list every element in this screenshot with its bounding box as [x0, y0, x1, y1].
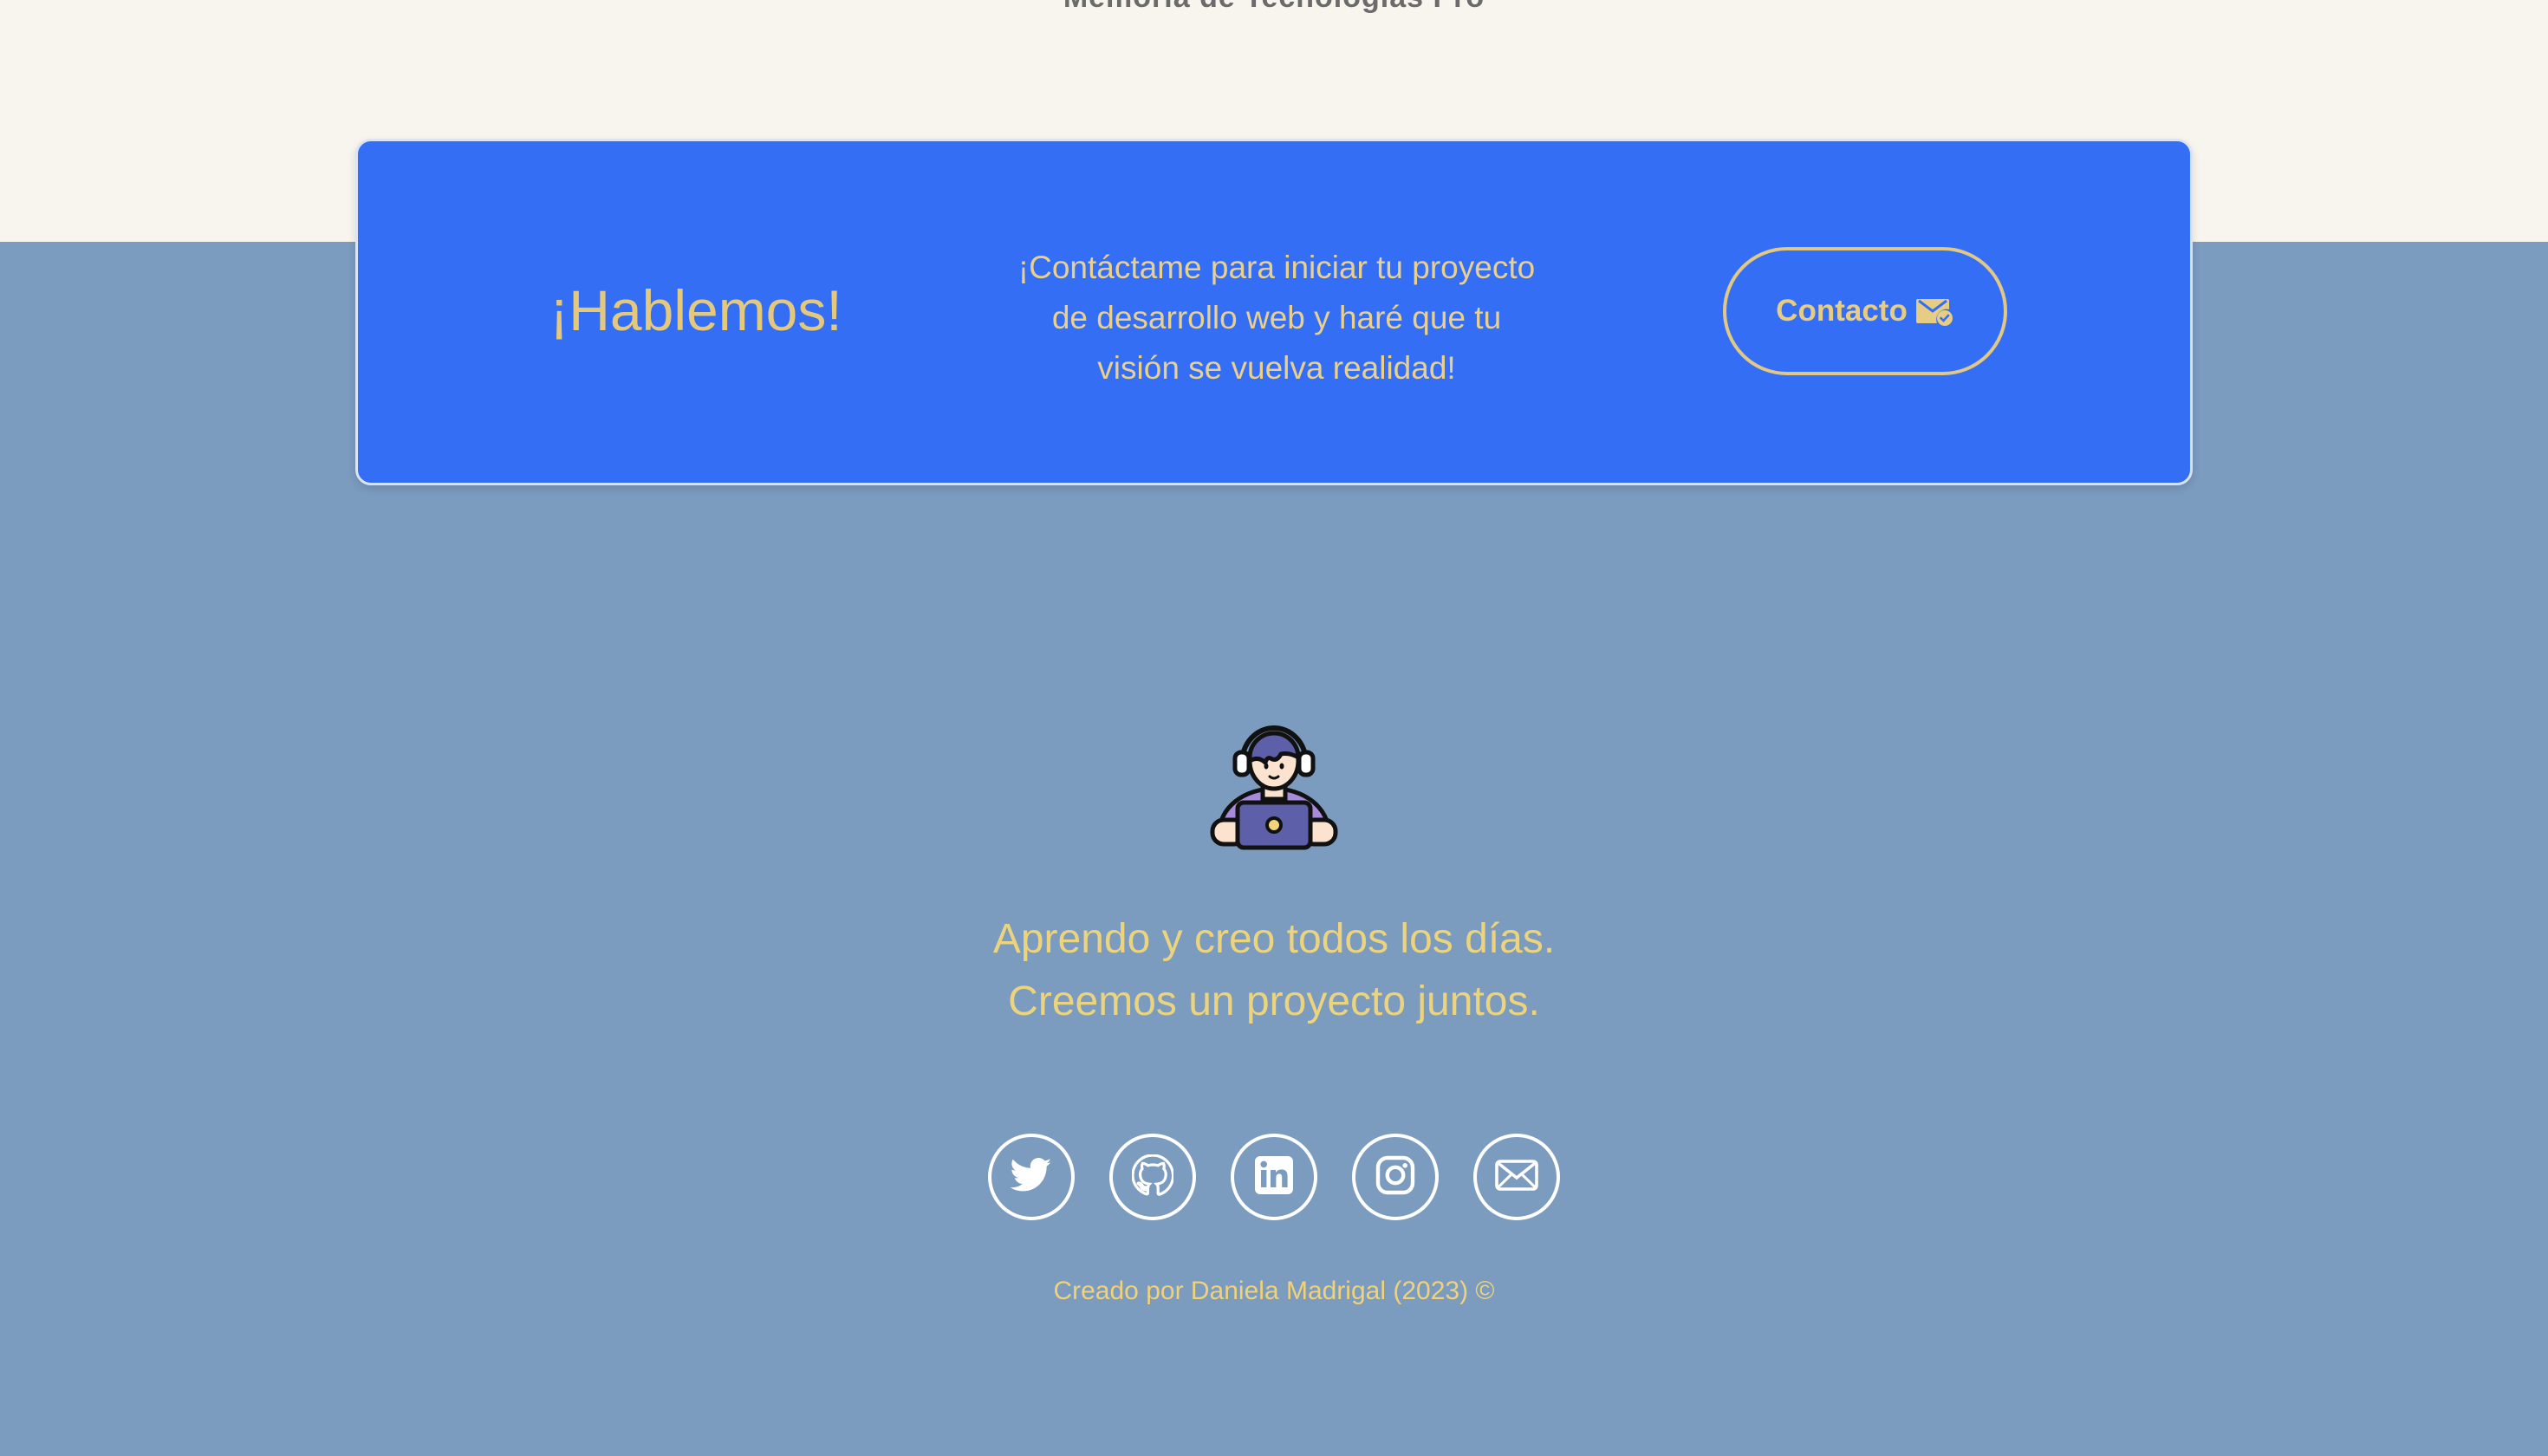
- contact-button-label: Contacto: [1776, 294, 1908, 328]
- github-link[interactable]: [1109, 1134, 1196, 1220]
- twitter-icon: [1010, 1157, 1052, 1197]
- twitter-link[interactable]: [988, 1134, 1075, 1220]
- cta-description-line: de desarrollo web y haré que tu: [1051, 300, 1502, 335]
- instagram-link[interactable]: [1352, 1134, 1439, 1220]
- footer-credit: Creado por Daniela Madrigal (2023) ©: [1053, 1277, 1495, 1305]
- social-links: [0, 1134, 2548, 1220]
- github-icon: [1131, 1153, 1175, 1200]
- linkedin-link[interactable]: [1231, 1134, 1317, 1220]
- tagline: Aprendo y creo todos los días. Creemos u…: [0, 908, 2548, 1033]
- cta-description: ¡Contáctame para iniciar tu proyecto de …: [982, 243, 1571, 393]
- email-link[interactable]: [1473, 1134, 1560, 1220]
- contact-cta-card: ¡Hablemos! ¡Contáctame para iniciar tu p…: [355, 139, 2193, 485]
- tagline-line: Creemos un proyecto juntos.: [1008, 978, 1540, 1024]
- contact-button[interactable]: Contacto: [1723, 247, 2007, 375]
- cta-description-line: visión se vuelva realidad!: [1097, 350, 1456, 386]
- tagline-line: Aprendo y creo todos los días.: [992, 916, 1556, 962]
- instagram-icon: [1375, 1154, 1416, 1200]
- section-heading-cut: Memoria de Tecnologías Pro: [0, 0, 2548, 15]
- linkedin-icon: [1253, 1154, 1295, 1200]
- cta-title: ¡Hablemos!: [549, 278, 842, 342]
- developer-avatar-icon: [1209, 718, 1339, 851]
- mail-icon: [1495, 1158, 1538, 1197]
- envelope-check-icon: [1915, 296, 1954, 327]
- cta-description-line: ¡Contáctame para iniciar tu proyecto: [1017, 250, 1536, 285]
